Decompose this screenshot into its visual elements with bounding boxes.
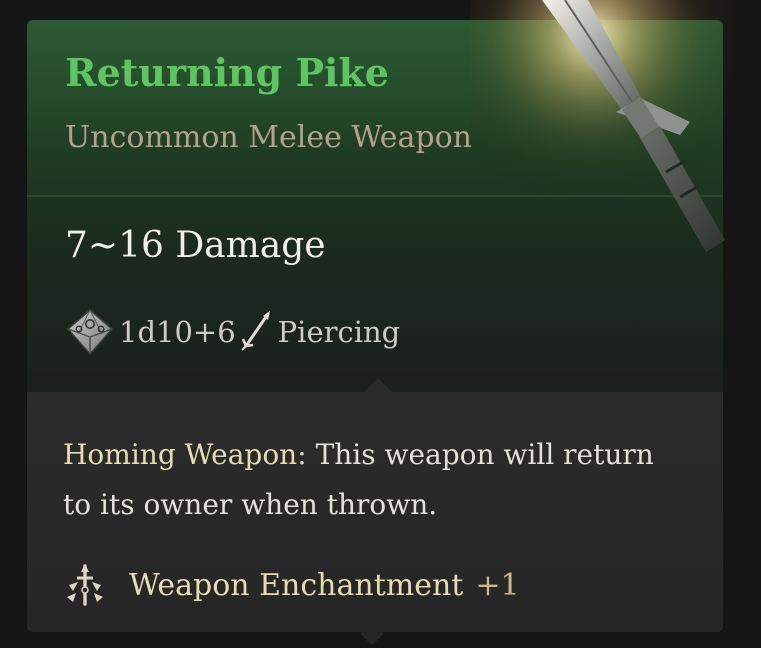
damage-dice: 1d10+6	[119, 315, 236, 349]
passive-description: Homing Weapon: This weapon will return t…	[63, 430, 663, 530]
damage-range: 7~16 Damage	[65, 225, 326, 266]
enchantment-row: Weapon Enchantment +1	[63, 560, 520, 610]
damage-dice-row: 1d10+6 Piercing	[65, 307, 400, 357]
item-name: Returning Pike	[65, 50, 389, 95]
passive-name: Homing Weapon:	[63, 438, 307, 471]
piercing-arrow-icon	[240, 311, 270, 351]
item-tooltip: Returning Pike Uncommon Melee Weapon 7~1…	[27, 20, 723, 632]
enchantment-label: Weapon Enchantment	[129, 567, 464, 603]
damage-type: Piercing	[277, 315, 401, 349]
weapon-enchantment-icon	[67, 564, 103, 606]
item-subtitle: Uncommon Melee Weapon	[65, 120, 473, 155]
d10-dice-icon	[66, 309, 114, 356]
enchantment-bonus: +1	[475, 567, 520, 603]
header-divider	[27, 195, 723, 197]
